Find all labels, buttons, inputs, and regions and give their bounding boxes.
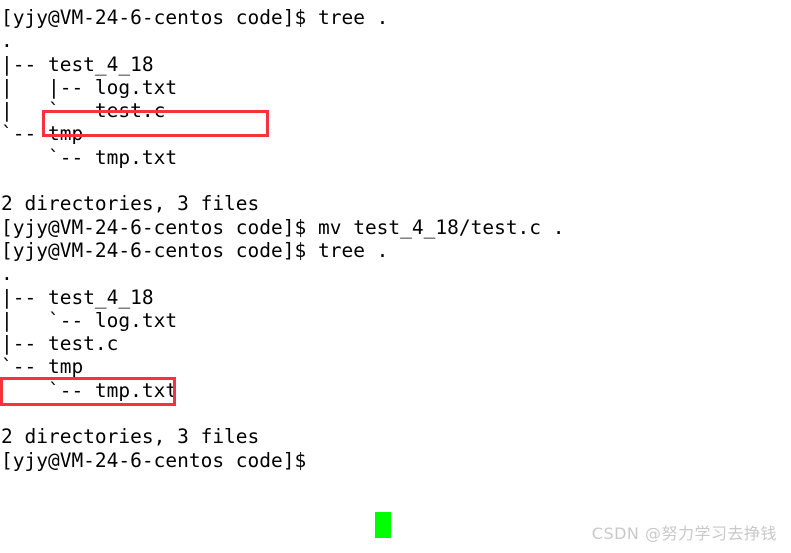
terminal-line-summary: 2 directories, 3 files	[1, 192, 260, 216]
terminal-window[interactable]: [yjy@VM-24-6-centos code]$ tree . . |-- …	[0, 0, 791, 553]
terminal-line: [yjy@VM-24-6-centos code]$ mv test_4_18/…	[1, 215, 565, 239]
terminal-line-highlighted: |-- test.c	[1, 332, 119, 356]
terminal-line: `-- tmp.txt	[1, 378, 178, 402]
terminal-line-highlighted: | `-- test.c	[1, 99, 166, 123]
terminal-line: `-- tmp	[1, 355, 84, 379]
terminal-line: [yjy@VM-24-6-centos code]$ tree .	[1, 6, 389, 29]
terminal-line: .	[1, 29, 13, 53]
terminal-line: [yjy@VM-24-6-centos code]$ tree .	[1, 238, 389, 262]
csdn-watermark: CSDN @努力学习去挣钱	[591, 524, 777, 543]
terminal-line: |-- test_4_18	[1, 52, 154, 76]
terminal-line: `-- tmp.txt	[1, 145, 178, 169]
terminal-line: .	[1, 262, 13, 286]
terminal-line: |-- test_4_18	[1, 285, 154, 309]
terminal-line: `-- tmp	[1, 122, 84, 146]
terminal-line: | |-- log.txt	[1, 75, 178, 99]
terminal-cursor	[375, 512, 391, 538]
terminal-line-prompt: [yjy@VM-24-6-centos code]$	[1, 448, 307, 472]
terminal-line: | `-- log.txt	[1, 308, 178, 332]
terminal-line-summary: 2 directories, 3 files	[1, 425, 260, 449]
